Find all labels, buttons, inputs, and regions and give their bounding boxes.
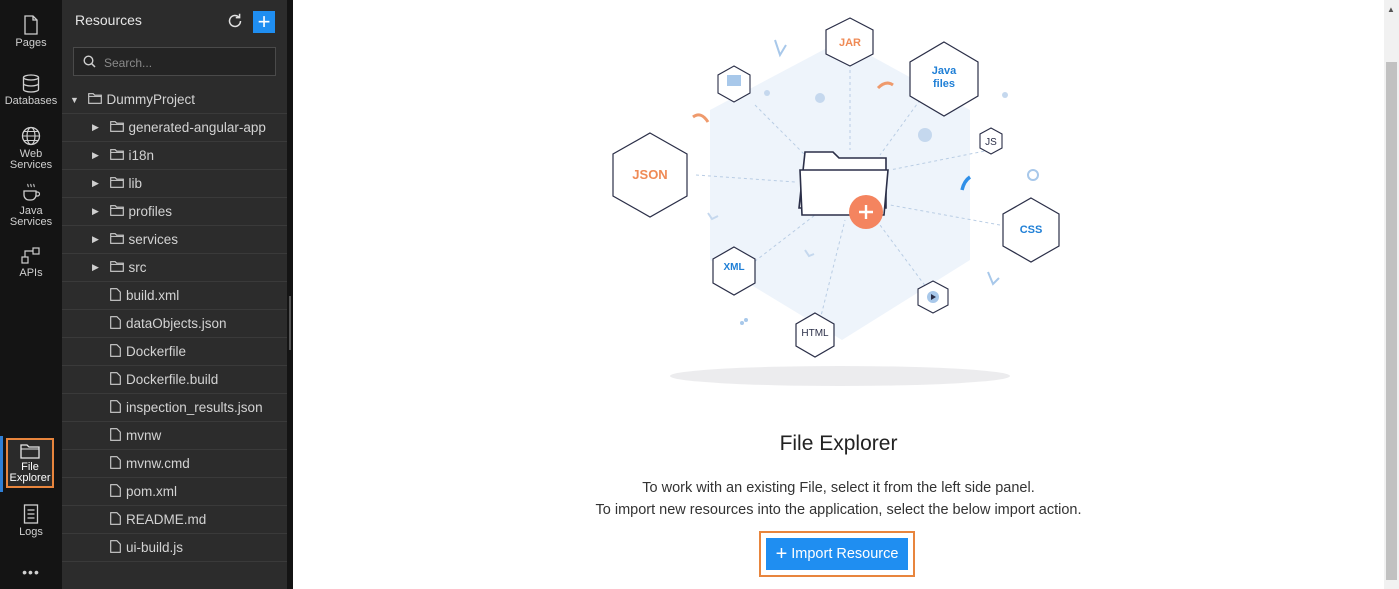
java-badge-line1: Java — [932, 65, 957, 77]
rail-label: Databases — [4, 95, 58, 107]
search-input[interactable] — [102, 52, 274, 73]
scrollbar-thumb[interactable] — [1386, 62, 1397, 580]
instruction-line-2: To import new resources into the applica… — [595, 502, 1082, 518]
jar-badge: JAR — [839, 37, 861, 49]
database-icon — [22, 74, 40, 93]
splitter-grip[interactable] — [289, 296, 291, 350]
folder-icon — [109, 148, 124, 163]
tree-item-label: mvnw.cmd — [126, 456, 190, 471]
tree-folder-row[interactable]: ▼ DummyProject — [62, 86, 287, 114]
folder-icon — [109, 120, 124, 135]
caret-down-icon[interactable]: ▼ — [70, 95, 80, 105]
tree-item-label: src — [128, 260, 147, 275]
css-badge: CSS — [1020, 224, 1043, 236]
image-icon — [727, 75, 741, 86]
search-box — [73, 47, 276, 76]
rail-label: Logs — [19, 526, 43, 538]
tree-folder-row[interactable]: ▶ profiles — [62, 198, 287, 226]
scroll-up-arrow-icon[interactable]: ▲ — [1387, 5, 1395, 14]
more-options-icon[interactable]: ••• — [0, 564, 62, 580]
resources-panel: Resources + ▼ DummyProject▶ generated-an… — [62, 0, 287, 589]
rail-label: APIs — [19, 267, 43, 279]
html-badge: HTML — [801, 328, 829, 339]
rail-item-apis[interactable]: APIs — [0, 247, 62, 279]
tree-folder-row[interactable]: ▶ lib — [62, 170, 287, 198]
rail-label: Pages — [15, 37, 47, 49]
tree-item-label: generated-angular-app — [128, 120, 266, 135]
page-title: File Explorer — [779, 432, 898, 455]
caret-right-icon[interactable]: ▶ — [92, 206, 102, 217]
tree-folder-row[interactable]: ▶ i18n — [62, 142, 287, 170]
instruction-line-1: To work with an existing File, select it… — [642, 480, 1035, 496]
more-label: ••• — [22, 564, 40, 580]
panel-splitter[interactable] — [287, 0, 293, 589]
json-badge: JSON — [632, 167, 667, 182]
coffee-cup-icon — [23, 183, 41, 201]
caret-right-icon[interactable]: ▶ — [92, 150, 102, 161]
rail-item-databases[interactable]: Databases — [0, 74, 62, 107]
tree-file-row[interactable]: ui-build.js — [62, 534, 287, 562]
file-icon — [110, 399, 121, 416]
tree-item-label: dataObjects.json — [126, 316, 227, 331]
tree-item-label: i18n — [128, 148, 155, 163]
search-icon — [83, 55, 96, 68]
globe-icon — [21, 126, 41, 146]
rail-label-line1: File — [21, 460, 39, 473]
add-resource-button[interactable]: + — [253, 11, 275, 33]
api-icon — [21, 247, 40, 264]
refresh-icon[interactable] — [226, 12, 244, 30]
tree-file-row[interactable]: inspection_results.json — [62, 394, 287, 422]
tree-folder-row[interactable]: ▶ src — [62, 254, 287, 282]
tree-item-label: services — [128, 232, 179, 247]
folder-icon — [109, 232, 124, 247]
tree-folder-row[interactable]: ▶ generated-angular-app — [62, 114, 287, 142]
tree-item-label: ui-build.js — [126, 540, 184, 555]
tree-file-row[interactable]: Dockerfile — [62, 338, 287, 366]
tree-file-row[interactable]: dataObjects.json — [62, 310, 287, 338]
caret-right-icon[interactable]: ▶ — [92, 122, 102, 133]
import-button-highlight: + Import Resource — [759, 531, 915, 577]
tree-item-label: profiles — [128, 204, 173, 219]
tree-item-label: DummyProject — [106, 92, 196, 107]
rail-label-line2: Services — [9, 216, 53, 228]
java-badge-line2: files — [933, 78, 955, 90]
import-resource-label: Import Resource — [791, 546, 899, 562]
plus-icon: + — [775, 543, 788, 565]
tree-file-row[interactable]: build.xml — [62, 282, 287, 310]
folder-icon — [109, 176, 124, 191]
tree-file-row[interactable]: Dockerfile.build — [62, 366, 287, 394]
file-icon — [110, 539, 121, 556]
tree-folder-row[interactable]: ▶ services — [62, 226, 287, 254]
js-badge: JS — [985, 137, 997, 148]
left-nav-rail: Pages Databases Web Services Java Servic… — [0, 0, 62, 589]
tree-item-label: build.xml — [126, 288, 180, 303]
tree-item-label: lib — [128, 176, 143, 191]
file-icon — [110, 343, 121, 360]
file-icon — [110, 455, 121, 472]
caret-right-icon[interactable]: ▶ — [92, 262, 102, 273]
rail-item-web-services[interactable]: Web Services — [0, 126, 62, 171]
file-icon — [110, 287, 121, 304]
folder-icon — [87, 92, 102, 107]
panel-title: Resources — [75, 12, 142, 28]
tree-item-label: Dockerfile — [126, 344, 187, 359]
folder-icon — [109, 204, 124, 219]
import-resource-button[interactable]: + Import Resource — [766, 538, 908, 570]
tree-item-label: inspection_results.json — [126, 400, 263, 415]
file-icon — [110, 371, 121, 388]
caret-right-icon[interactable]: ▶ — [92, 178, 102, 189]
rail-item-java-services[interactable]: Java Services — [0, 183, 62, 228]
folder-icon — [109, 260, 124, 275]
rail-label-line2: Services — [9, 159, 53, 171]
caret-right-icon[interactable]: ▶ — [92, 234, 102, 245]
tree-item-label: Dockerfile.build — [126, 372, 219, 387]
page-icon — [24, 15, 38, 35]
file-icon — [110, 315, 121, 332]
file-explorer-illustration: JAR Java files JSON JS CSS XML HTML — [612, 17, 1060, 386]
rail-item-pages[interactable]: Pages — [0, 15, 62, 49]
xml-badge: XML — [723, 262, 744, 273]
